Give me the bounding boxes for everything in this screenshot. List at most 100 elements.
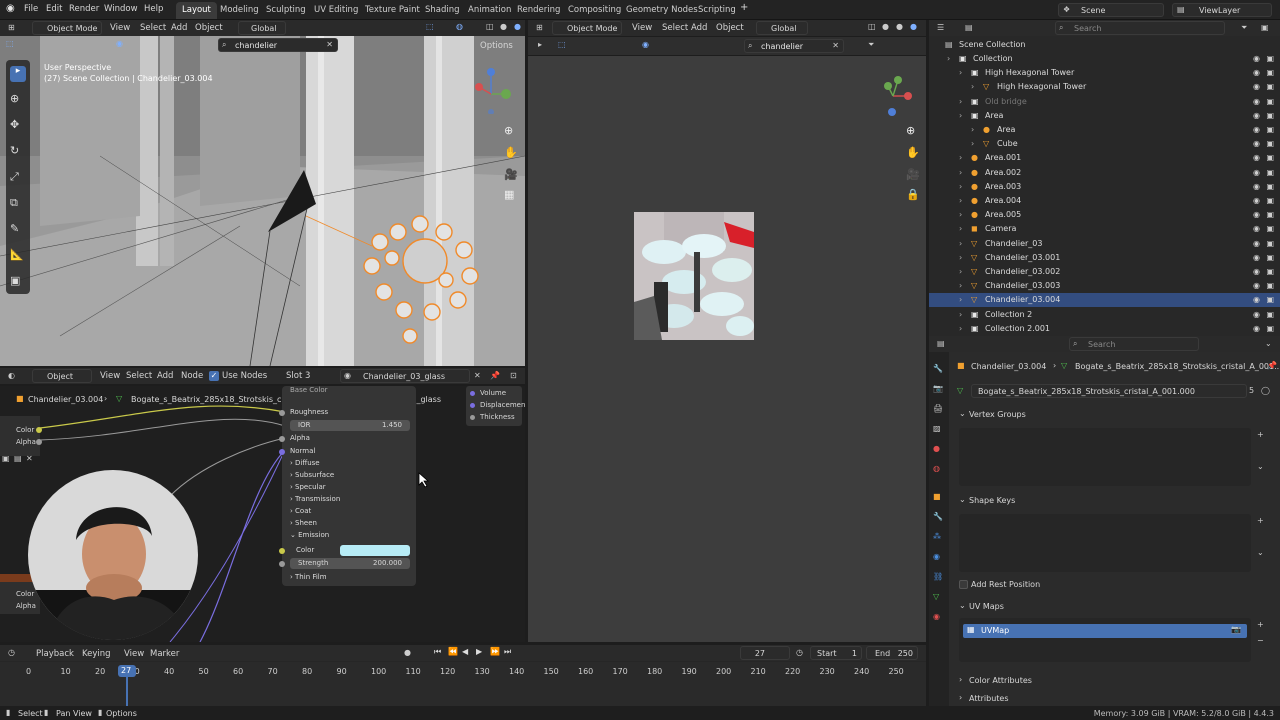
image-icon[interactable]: ▣ <box>2 454 10 463</box>
xray-icon[interactable]: ◫ <box>868 22 876 31</box>
principled-bsdf-node[interactable]: Base Color Roughness IOR 1.450 Alpha Nor… <box>279 386 416 586</box>
filter-icon[interactable]: ⏷ <box>1241 23 1247 33</box>
node-menu-node[interactable]: Node <box>181 371 203 381</box>
shape-keys-header[interactable]: ⌄ Shape Keys <box>959 494 1275 508</box>
attributes-header[interactable]: › Attributes <box>959 692 1275 706</box>
outliner-row[interactable]: › ▽ Chandelier_03.001 ◉ ▣ <box>929 251 1280 265</box>
outliner-row[interactable]: › ▣ Collection ◉ ▣ <box>929 52 1280 66</box>
render-visibility-icon[interactable]: ▣ <box>1266 182 1274 191</box>
timeline-ruler[interactable]: 0102030405060708090100110120130140150160… <box>0 662 926 707</box>
outliner-row[interactable]: › ▣ Collection 2.001 ◉ ▣ <box>929 322 1280 336</box>
xray-icon[interactable]: ◫ <box>486 22 494 31</box>
volume-socket[interactable] <box>470 391 475 396</box>
close-icon[interactable]: ✕ <box>26 454 33 463</box>
tab-compositing[interactable]: Compositing <box>562 2 627 19</box>
lock-icon[interactable]: 🔒 <box>906 188 920 201</box>
tab-sculpting[interactable]: Sculpting <box>260 2 312 19</box>
chevron-down-icon[interactable]: ⌄ <box>1265 339 1272 348</box>
render-tab-icon[interactable]: 📷 <box>933 384 943 393</box>
bsdf-emission-panel[interactable]: ⌄ Emission <box>290 531 329 539</box>
outliner-row[interactable]: › ▣ Collection 2 ◉ ▣ <box>929 308 1280 322</box>
shader-node-editor[interactable]: ■ Chandelier_03.004 › ▽ Bogate_s_Beatrix… <box>0 386 525 642</box>
menu-select[interactable]: Select <box>140 23 166 33</box>
visibility-eye-icon[interactable]: ◉ <box>1253 111 1260 120</box>
editor-type-icon[interactable]: ◷ <box>8 648 15 657</box>
alpha-socket[interactable] <box>36 439 42 445</box>
measure-icon[interactable]: 📐 <box>10 248 24 261</box>
editor-type-icon[interactable]: ⊞ <box>536 23 543 32</box>
tab-shading[interactable]: Shading <box>419 2 466 19</box>
playhead-marker[interactable]: 27 <box>118 665 136 677</box>
outliner-row[interactable]: › ● Area.005 ◉ ▣ <box>929 208 1280 222</box>
render-visibility-icon[interactable]: ▣ <box>1266 82 1274 91</box>
emission-strength-field[interactable]: Strength 200.000 <box>290 558 410 569</box>
expand-chevron-icon[interactable]: › <box>959 295 962 304</box>
outliner-row[interactable]: › ● Area ◉ ▣ <box>929 123 1280 137</box>
solid-shading-icon[interactable]: ● <box>500 22 507 31</box>
add-cube-icon[interactable]: ▣ <box>10 274 20 287</box>
bsdf-diffuse-panel[interactable]: › Diffuse <box>290 459 320 467</box>
expand-chevron-icon[interactable]: › <box>959 68 962 77</box>
render-visibility-icon[interactable]: ▣ <box>1266 281 1274 290</box>
zoom-icon[interactable]: ⊕ <box>504 124 513 137</box>
editor-type-icon[interactable]: ◐ <box>8 371 15 380</box>
material-tab-icon[interactable]: ◉ <box>933 612 940 621</box>
clock-icon[interactable]: ◷ <box>796 648 803 657</box>
expand-chevron-icon[interactable]: › <box>971 125 974 134</box>
displacement-socket[interactable] <box>470 403 475 408</box>
material-shading-icon[interactable]: ● <box>514 22 521 31</box>
node-menu-add[interactable]: Add <box>157 371 173 381</box>
outliner-row[interactable]: › ▽ Chandelier_03.004 ◉ ▣ <box>929 293 1280 308</box>
emission-color-socket[interactable] <box>279 548 285 554</box>
timeline-menu-view[interactable]: View <box>124 649 144 659</box>
menu-edit[interactable]: Edit <box>46 4 62 14</box>
scene-tab-icon[interactable]: ● <box>933 444 940 453</box>
outliner-row[interactable]: › ● Area.003 ◉ ▣ <box>929 180 1280 194</box>
bsdf-specular-panel[interactable]: › Specular <box>290 483 326 491</box>
clear-search-icon[interactable]: ✕ <box>832 41 839 50</box>
right-menu-object[interactable]: Object <box>716 23 744 33</box>
world-tab-icon[interactable]: ◍ <box>933 464 940 473</box>
visibility-eye-icon[interactable]: ◉ <box>1253 310 1260 319</box>
object-tab-icon[interactable]: ■ <box>933 492 941 501</box>
bsdf-subsurface-panel[interactable]: › Subsurface <box>290 471 334 479</box>
thickness-socket[interactable] <box>470 415 475 420</box>
solid-shading-icon[interactable]: ● <box>882 22 889 31</box>
scene-selector[interactable]: ❖ Scene <box>1058 3 1164 17</box>
visibility-eye-icon[interactable]: ◉ <box>1253 295 1260 304</box>
right-mode-dropdown[interactable]: Object Mode <box>552 21 622 35</box>
filter-icon[interactable]: ⏷ <box>868 40 874 50</box>
expand-chevron-icon[interactable]: › <box>959 239 962 248</box>
rotate-icon[interactable]: ↻ <box>10 144 19 157</box>
visibility-eye-icon[interactable]: ◉ <box>1253 224 1260 233</box>
render-visibility-icon[interactable]: ▣ <box>1266 97 1274 106</box>
editor-type-icon[interactable]: ☰ <box>937 23 944 32</box>
menu-file[interactable]: File <box>24 4 38 14</box>
timeline-menu-keying[interactable]: Keying <box>82 649 111 659</box>
outliner-row[interactable]: › ▽ Chandelier_03 ◉ ▣ <box>929 237 1280 251</box>
visibility-eye-icon[interactable]: ◉ <box>1253 196 1260 205</box>
constraints-tab-icon[interactable]: ⛓ <box>933 572 943 581</box>
current-frame-field[interactable]: 27 <box>740 646 790 660</box>
outliner-search[interactable]: ⌕ Search <box>1055 21 1225 35</box>
right-menu-view[interactable]: View <box>632 23 652 33</box>
expand-chevron-icon[interactable]: › <box>959 168 962 177</box>
play-render-icon[interactable]: ▸ <box>538 40 542 49</box>
render-visibility-icon[interactable]: ▣ <box>1266 196 1274 205</box>
pin-icon[interactable]: 📌 <box>1267 361 1277 370</box>
visibility-eye-icon[interactable]: ◉ <box>1253 82 1260 91</box>
prev-keyframe-icon[interactable]: ⏪ <box>448 647 458 656</box>
chevron-down-icon[interactable]: ⌄ <box>1257 548 1264 557</box>
visibility-filter-icon[interactable]: ◉ <box>642 40 649 49</box>
select-mode-icon[interactable]: ⬚ <box>558 40 566 49</box>
render-visibility-icon[interactable]: ▣ <box>1266 224 1274 233</box>
uv-map-item[interactable]: ▦ UVMap 📷 <box>963 624 1247 638</box>
transform-orientation-dropdown[interactable]: Global <box>238 21 286 35</box>
bsdf-sheen-panel[interactable]: › Sheen <box>290 519 317 527</box>
menu-view[interactable]: View <box>110 23 130 33</box>
visibility-eye-icon[interactable]: ◉ <box>1253 182 1260 191</box>
right-viewport-search[interactable]: ⌕ chandelier ✕ <box>744 39 844 53</box>
expand-chevron-icon[interactable]: › <box>971 82 974 91</box>
output-tab-icon[interactable]: 🖨 <box>933 404 943 413</box>
mode-dropdown[interactable]: Object Mode <box>32 21 102 35</box>
